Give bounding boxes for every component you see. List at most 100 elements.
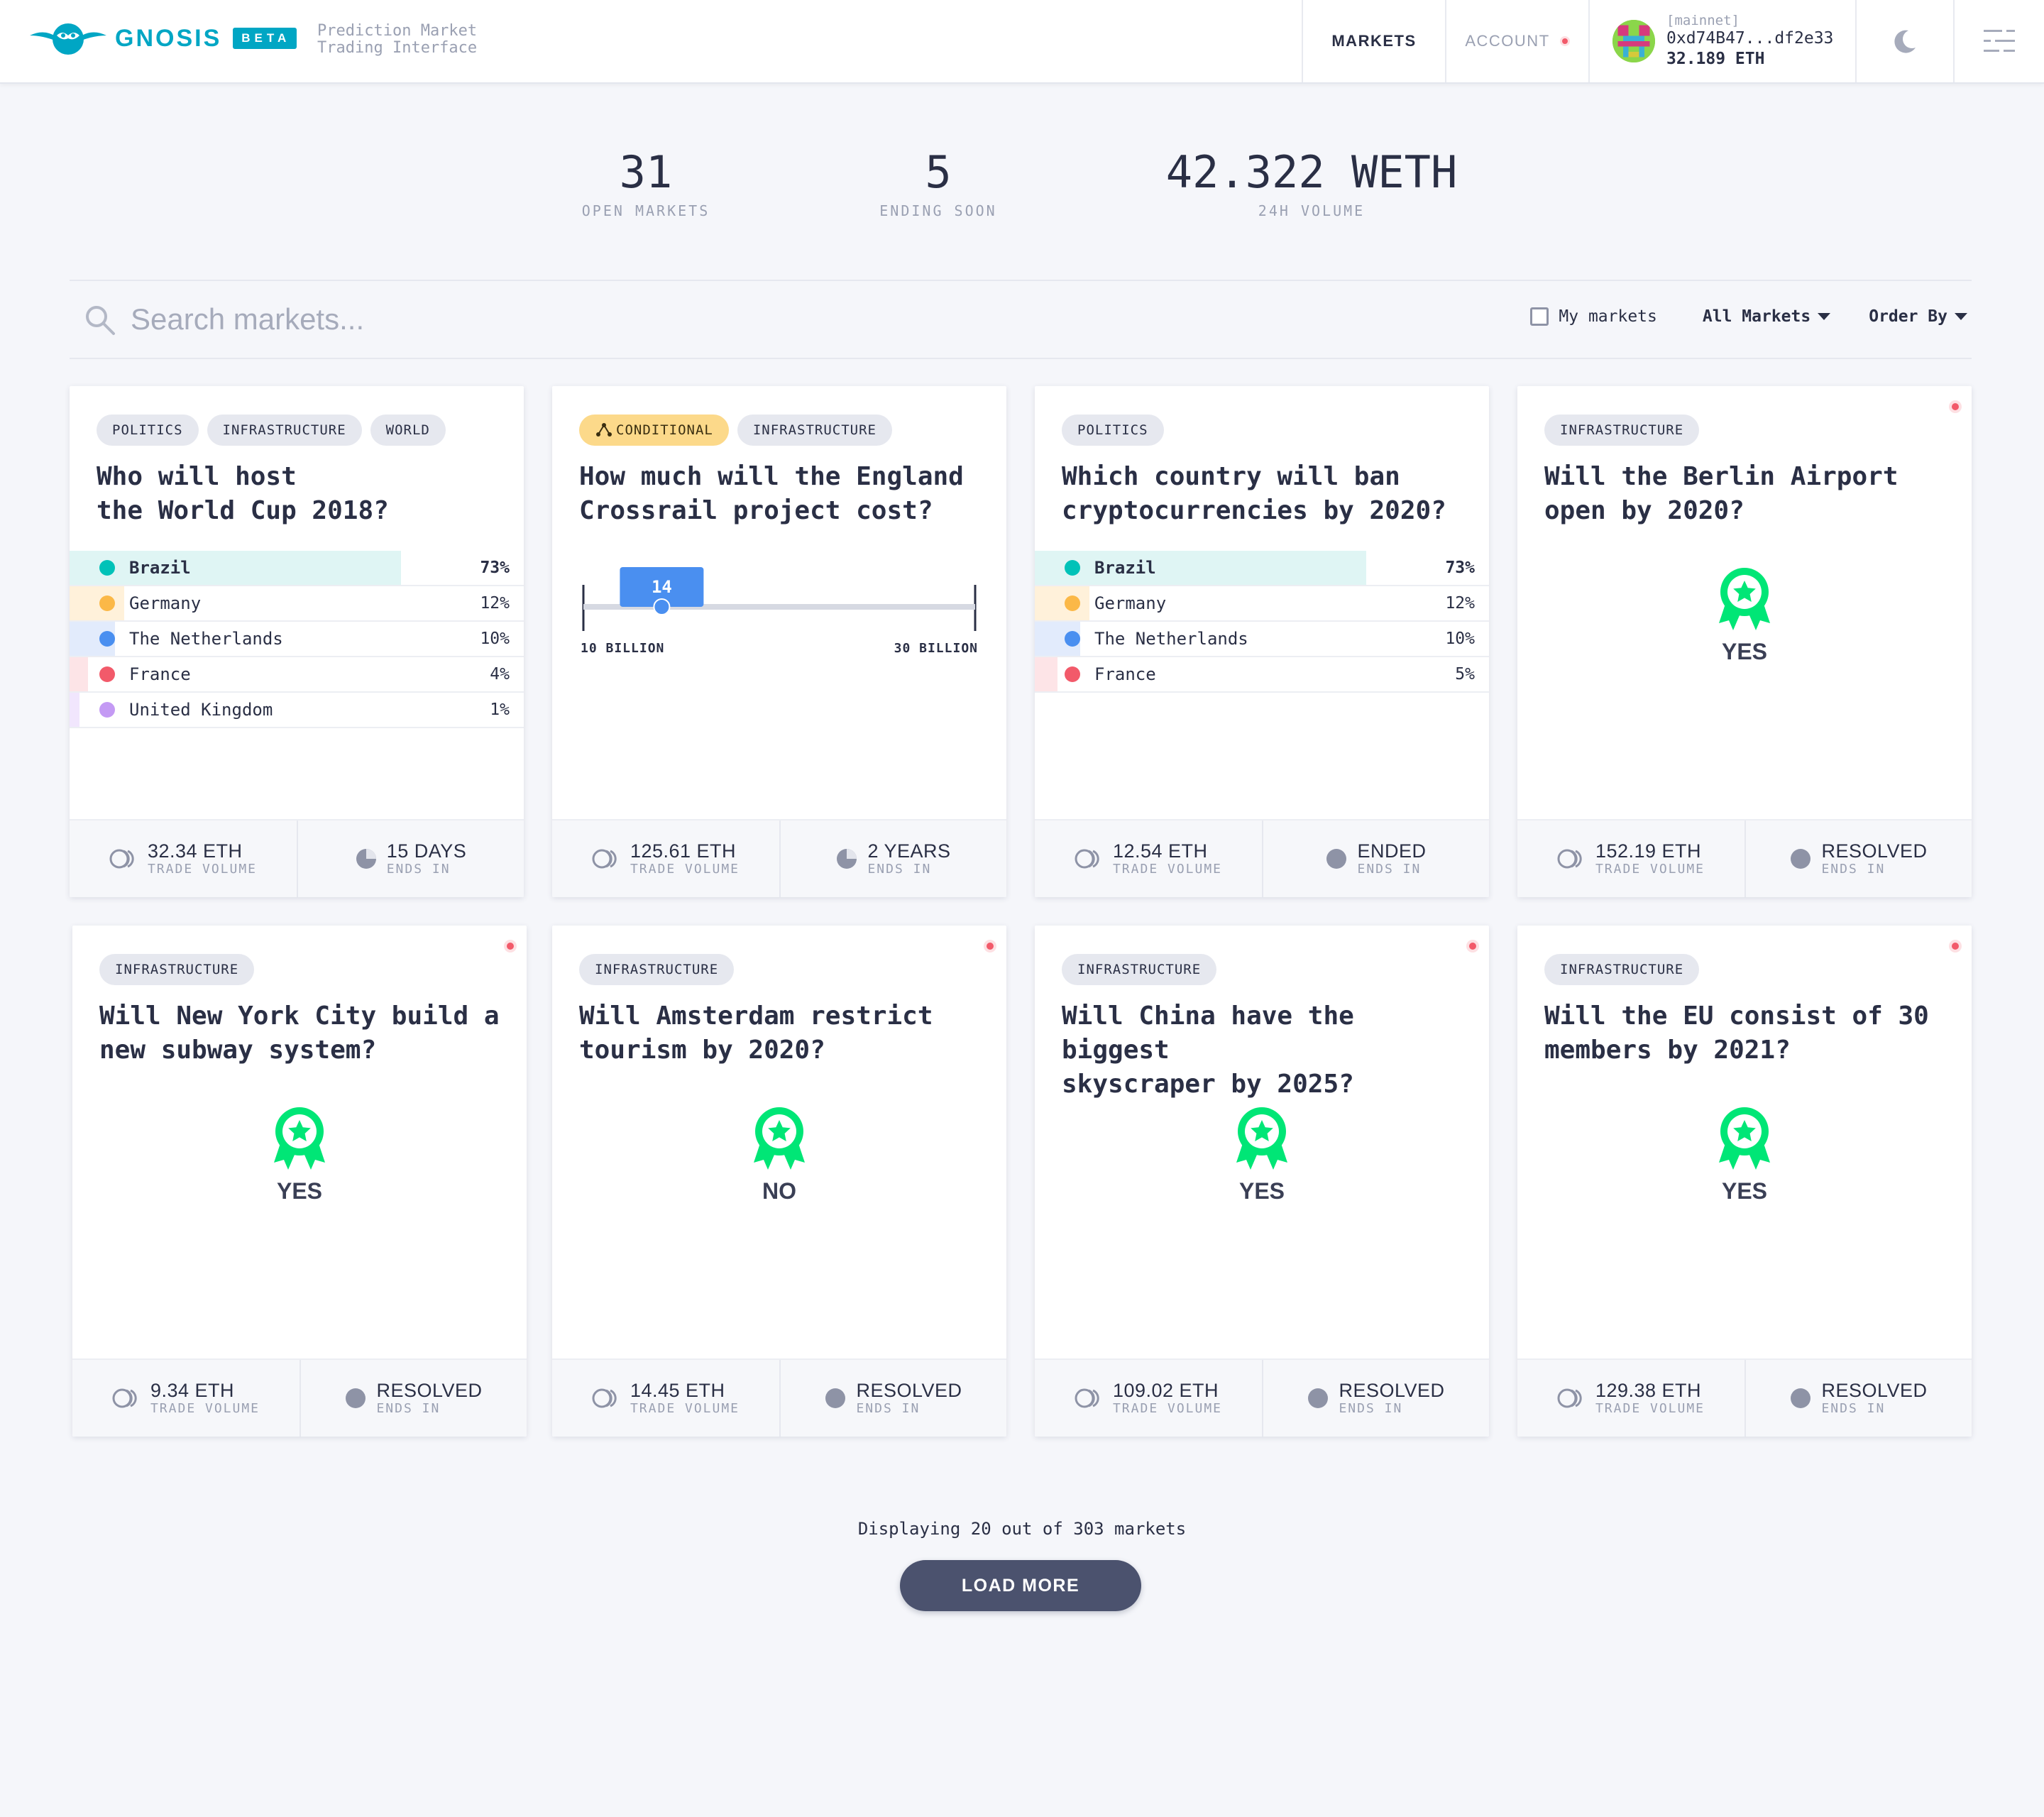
conditional-icon [596,423,612,437]
nav-markets[interactable]: MARKETS [1302,0,1445,82]
tag-list: INFRASTRUCTURE [99,954,255,985]
wallet-info[interactable]: [mainnet] 0xd74B47...df2e33 32.189 ETH [1588,0,1855,82]
scalar-max-label: 30 BILLION [894,641,978,656]
divider-top [70,280,1972,281]
market-card[interactable]: POLITICS Which country will ban cryptocur… [1035,386,1489,897]
trade-volume-value: 152.19 ETH [1595,840,1702,862]
outcome-name: Germany [129,593,202,613]
outcome-row[interactable]: France 4% [70,657,524,693]
owl-icon [30,23,106,55]
coins-icon [1557,1388,1582,1408]
trade-volume-value: 125.61 ETH [630,840,737,862]
ends-in-label: ENDS IN [856,1401,921,1416]
market-card-body: INFRASTRUCTURE Will the Berlin Airport op… [1517,386,1972,805]
menu-button[interactable] [1953,0,2044,82]
nav-account[interactable]: ACCOUNT [1445,0,1588,82]
outcome-row[interactable]: Brazil 73% [70,551,524,586]
ends-in-label: ENDS IN [1821,862,1886,877]
tag-list: INFRASTRUCTURE [1544,954,1700,985]
outcome-percent: 10% [480,630,510,648]
wallet-network: [mainnet] [1666,13,1740,28]
filter-bar: My markets All Markets Order By [1530,307,1967,326]
beta-badge: BETA [233,28,297,49]
tag-conditional[interactable]: CONDITIONAL [579,415,729,446]
load-more-button[interactable]: LOAD MORE [900,1560,1141,1611]
market-card[interactable]: INFRASTRUCTURE Will the Berlin Airport op… [1517,386,1972,897]
order-by-dropdown[interactable]: Order By [1869,307,1967,326]
trade-volume-label: TRADE VOLUME [147,862,258,877]
outcome-name: Germany [1094,593,1167,613]
divider-bottom [70,358,1972,359]
outcome-row[interactable]: France 5% [1035,657,1489,693]
tag-politics[interactable]: POLITICS [97,415,199,446]
market-title: Will New York City build a new subway sy… [99,1001,500,1065]
tag-infrastructure[interactable]: INFRASTRUCTURE [99,954,255,985]
resolved-indicator [1949,400,1962,413]
market-card[interactable]: INFRASTRUCTURE Will Amsterdam restrict to… [552,926,1006,1437]
market-title: Who will host the World Cup 2018? [97,462,389,525]
market-title: Will the Berlin Airport open by 2020? [1544,462,1899,525]
theme-toggle[interactable] [1855,0,1953,82]
outcome-bar [70,657,88,691]
tag-infrastructure[interactable]: INFRASTRUCTURE [1062,954,1217,985]
outcome-row[interactable]: The Netherlands 10% [1035,622,1489,657]
tag-infrastructure[interactable]: INFRASTRUCTURE [737,415,892,446]
tag-infrastructure[interactable]: INFRASTRUCTURE [1544,415,1700,446]
status-icon [346,1388,366,1408]
trade-volume-value: 32.34 ETH [147,840,243,862]
outcome-row[interactable]: Germany 12% [70,586,524,622]
tag-list: INFRASTRUCTURE [1062,954,1217,985]
trade-volume: 12.54 ETH TRADE VOLUME [1035,820,1262,897]
trade-volume: 109.02 ETH TRADE VOLUME [1035,1360,1262,1437]
caret-down-icon [1818,313,1831,320]
search-input[interactable] [131,298,769,341]
avatar [1612,20,1655,62]
market-card[interactable]: INFRASTRUCTURE Will China have the bigges… [1035,926,1489,1437]
ends-in: RESOLVED ENDS IN [300,1360,527,1437]
award-icon [1236,1107,1287,1170]
my-markets-checkbox[interactable] [1530,307,1549,326]
outcome-row[interactable]: United Kingdom 1% [70,693,524,728]
ends-in: RESOLVED ENDS IN [1262,1360,1489,1437]
market-card-body: INFRASTRUCTURE Will China have the bigges… [1035,926,1489,1344]
tag-politics[interactable]: POLITICS [1062,415,1164,446]
outcome-row[interactable]: The Netherlands 10% [70,622,524,657]
outcome-row[interactable]: Germany 12% [1035,586,1489,622]
outcome-percent: 12% [480,594,510,613]
stat-value: 31 [619,146,673,198]
outcome-row[interactable]: Brazil 73% [1035,551,1489,586]
winning-outcome-label: YES [1721,639,1768,664]
outcome-name: United Kingdom [129,700,273,720]
market-card-footer: 12.54 ETH TRADE VOLUME ENDED ENDS IN [1035,819,1489,897]
tag-list: INFRASTRUCTURE [579,954,735,985]
stat-open-markets: 31 OPEN MARKETS [554,146,738,219]
stat-value: 42.322 WETH [1165,146,1458,198]
outcome-color-dot [1065,631,1080,647]
all-markets-dropdown[interactable]: All Markets [1703,307,1831,326]
resolved-indicator [984,940,996,953]
outcome-name: France [1094,664,1156,684]
gnosis-logo[interactable]: GNOSIS BETA [28,20,297,57]
tag-world[interactable]: WORLD [370,415,446,446]
market-card[interactable]: INFRASTRUCTURE Will the EU consist of 30 … [1517,926,1972,1437]
award-icon [1719,568,1770,630]
outcome-name: The Netherlands [129,629,283,649]
award-icon [1719,1107,1770,1170]
tag-list: INFRASTRUCTURE [1544,415,1700,446]
trade-volume-value: 14.45 ETH [630,1380,725,1401]
trade-volume-value: 12.54 ETH [1112,840,1208,862]
market-card[interactable]: POLITICS INFRASTRUCTURE WORLD Who will host… [70,386,524,897]
trade-volume: 14.45 ETH TRADE VOLUME [552,1360,779,1437]
brand-name: GNOSIS [115,24,222,52]
tag-infrastructure[interactable]: INFRASTRUCTURE [1544,954,1700,985]
stat-ending-soon: 5 ENDING SOON [846,146,1031,219]
my-markets-filter[interactable]: My markets [1530,307,1657,326]
ends-in: 15 DAYS ENDS IN [297,820,524,897]
tag-infrastructure[interactable]: INFRASTRUCTURE [579,954,735,985]
market-card[interactable]: INFRASTRUCTURE Will New York City build a… [72,926,527,1437]
ends-in-value: ENDED [1357,840,1427,862]
ends-in-label: ENDS IN [1339,1401,1403,1416]
market-card[interactable]: CONDITIONAL INFRASTRUCTURE How much will t… [552,386,1006,897]
tag-infrastructure[interactable]: INFRASTRUCTURE [207,415,362,446]
coins-icon [592,1388,617,1408]
